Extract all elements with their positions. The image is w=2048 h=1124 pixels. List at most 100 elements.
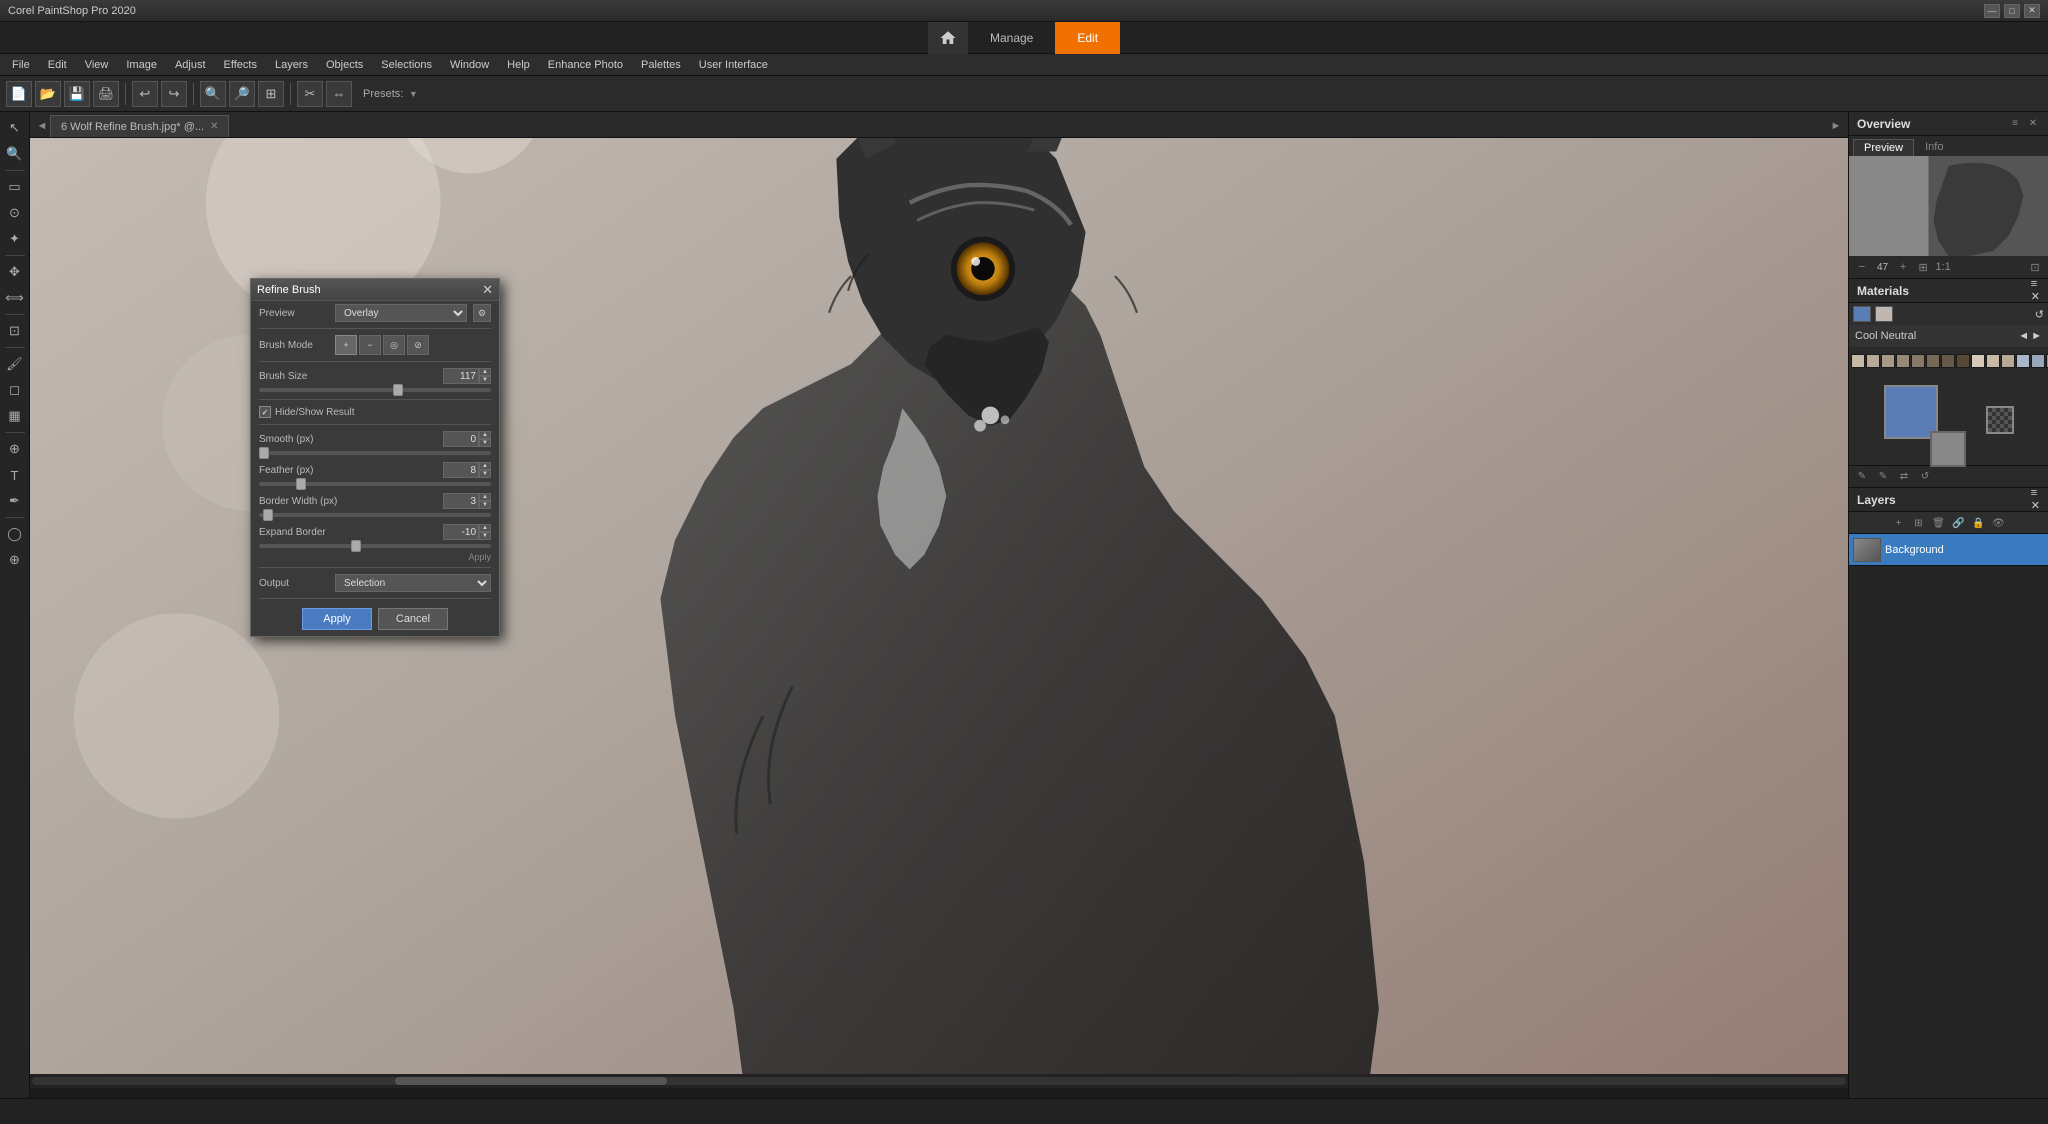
brush-mode-add[interactable]: + <box>335 335 357 355</box>
print-button[interactable]: 🖨 <box>93 81 119 107</box>
brush-mode-erase[interactable]: ⊘ <box>407 335 429 355</box>
reset-default-colors[interactable]: ↺ <box>1916 468 1934 486</box>
pattern-color-box[interactable] <box>1986 406 2014 434</box>
layers-menu-button[interactable]: ≡ <box>2031 487 2040 499</box>
menu-palettes[interactable]: Palettes <box>633 57 689 73</box>
brush-mode-keep[interactable]: ◎ <box>383 335 405 355</box>
zoom-in-button[interactable]: 🔍 <box>200 81 226 107</box>
feather-down[interactable]: ▼ <box>479 470 491 478</box>
menu-adjust[interactable]: Adjust <box>167 57 214 73</box>
smooth-slider-thumb[interactable] <box>259 447 269 459</box>
expand-border-slider-thumb[interactable] <box>351 540 361 552</box>
link-layer-button[interactable]: 🔗 <box>1950 514 1968 532</box>
brush-size-spinbox[interactable]: 117 ▲ ▼ <box>443 368 491 384</box>
brush-size-slider-thumb[interactable] <box>393 384 403 396</box>
minimize-button[interactable]: — <box>1984 4 2000 18</box>
menu-window[interactable]: Window <box>442 57 497 73</box>
dialog-close-button[interactable]: ✕ <box>482 282 493 298</box>
close-button[interactable]: ✕ <box>2024 4 2040 18</box>
overview-actual-size-btn[interactable]: 1:1 <box>1934 258 1952 276</box>
preview-settings-button[interactable]: ⚙ <box>473 304 491 322</box>
menu-enhance-photo[interactable]: Enhance Photo <box>540 57 631 73</box>
cancel-button[interactable]: Cancel <box>378 608 448 630</box>
color-swatch[interactable] <box>2001 354 2015 368</box>
expand-border-spinbox[interactable]: ▲ ▼ <box>443 524 491 540</box>
menu-layers[interactable]: Layers <box>267 57 316 73</box>
brush-size-input[interactable]: 117 <box>443 368 479 384</box>
materials-menu-button[interactable]: ≡ <box>2031 278 2040 290</box>
menu-selections[interactable]: Selections <box>373 57 440 73</box>
preview-mode-dropdown[interactable]: Overlay Black Matte White Matte <box>335 304 467 322</box>
smooth-input[interactable] <box>443 431 479 447</box>
background-color-box[interactable] <box>1930 431 1966 467</box>
smooth-spinbox[interactable]: ▲ ▼ <box>443 431 491 447</box>
lock-layer-button[interactable]: 🔒 <box>1970 514 1988 532</box>
tool-move[interactable]: ✥ <box>3 260 27 284</box>
palette-prev-btn[interactable]: ◄ <box>2018 330 2029 342</box>
tool-add[interactable]: ⊕ <box>3 548 27 572</box>
color-swatch[interactable] <box>1911 354 1925 368</box>
tool-crop[interactable]: ⊡ <box>3 319 27 343</box>
undo-button[interactable]: ↩ <box>132 81 158 107</box>
tab-scroll-left[interactable]: ◄ <box>34 115 50 137</box>
overview-tab-preview[interactable]: Preview <box>1853 139 1914 156</box>
expand-border-up[interactable]: ▲ <box>479 524 491 532</box>
menu-image[interactable]: Image <box>118 57 165 73</box>
window-controls[interactable]: — □ ✕ <box>1984 4 2040 18</box>
tool-straighten[interactable]: ⟺ <box>3 286 27 310</box>
tool-magic-wand[interactable]: ✦ <box>3 227 27 251</box>
overview-menu-button[interactable]: ≡ <box>2008 117 2022 131</box>
menu-edit[interactable]: Edit <box>40 57 75 73</box>
redo-button[interactable]: ↪ <box>161 81 187 107</box>
color-swatch[interactable] <box>1926 354 1940 368</box>
hide-show-checkbox[interactable]: ✓ <box>259 406 271 418</box>
tool-clone[interactable]: ⊕ <box>3 437 27 461</box>
edit-foreground-button[interactable]: ✎ <box>1853 468 1871 486</box>
tool-lasso[interactable]: ⊙ <box>3 201 27 225</box>
overview-tab-info[interactable]: Info <box>1914 138 1954 156</box>
color-swatch[interactable] <box>2031 354 2045 368</box>
feather-up[interactable]: ▲ <box>479 462 491 470</box>
visibility-button[interactable]: 👁 <box>1990 514 2008 532</box>
tool-selection[interactable]: ▭ <box>3 175 27 199</box>
overview-fit-btn[interactable]: ⊞ <box>1914 258 1932 276</box>
border-width-down[interactable]: ▼ <box>479 501 491 509</box>
layers-close-button[interactable]: ✕ <box>2031 499 2040 512</box>
color-swatch[interactable] <box>1866 354 1880 368</box>
palette-next-btn[interactable]: ► <box>2031 330 2042 342</box>
edit-nav-button[interactable]: Edit <box>1055 22 1120 54</box>
tool-text[interactable]: T <box>3 463 27 487</box>
tool-shape[interactable]: ◯ <box>3 522 27 546</box>
foreground-color-swatch[interactable] <box>1853 306 1871 322</box>
delete-layer-button[interactable]: 🗑 <box>1930 514 1948 532</box>
save-button[interactable]: 💾 <box>64 81 90 107</box>
edit-background-button[interactable]: ✎ <box>1874 468 1892 486</box>
tool-paint-brush[interactable]: 🖌 <box>3 352 27 376</box>
add-layer-button[interactable]: + <box>1890 514 1908 532</box>
color-swatch[interactable] <box>1851 354 1865 368</box>
border-width-slider-thumb[interactable] <box>263 509 273 521</box>
smooth-down[interactable]: ▼ <box>479 439 491 447</box>
background-color-swatch[interactable] <box>1875 306 1893 322</box>
image-canvas[interactable]: Refine Brush ✕ Preview Overlay Black Mat… <box>30 138 1848 1074</box>
materials-reset-btn[interactable]: ↺ <box>2035 308 2044 321</box>
apply-button[interactable]: Apply <box>302 608 372 630</box>
color-swatch[interactable] <box>1956 354 1970 368</box>
manage-nav-button[interactable]: Manage <box>968 22 1055 54</box>
canvas-horizontal-scrollbar[interactable] <box>30 1074 1848 1088</box>
document-tab[interactable]: 6 Wolf Refine Brush.jpg* @... ✕ <box>50 115 229 137</box>
new-file-button[interactable]: 📄 <box>6 81 32 107</box>
border-width-spinbox[interactable]: ▲ ▼ <box>443 493 491 509</box>
color-swatch[interactable] <box>1971 354 1985 368</box>
brush-mode-remove[interactable]: − <box>359 335 381 355</box>
color-swatch[interactable] <box>2016 354 2030 368</box>
preset-selector[interactable]: ▼ <box>406 81 420 107</box>
tool-eraser[interactable]: ◻ <box>3 378 27 402</box>
fit-window-button[interactable]: ⊞ <box>258 81 284 107</box>
materials-close-button[interactable]: ✕ <box>2031 290 2040 303</box>
feather-spinbox[interactable]: ▲ ▼ <box>443 462 491 478</box>
smooth-up[interactable]: ▲ <box>479 431 491 439</box>
overview-close-button[interactable]: ✕ <box>2026 117 2040 131</box>
open-file-button[interactable]: 📂 <box>35 81 61 107</box>
color-swatch[interactable] <box>1941 354 1955 368</box>
